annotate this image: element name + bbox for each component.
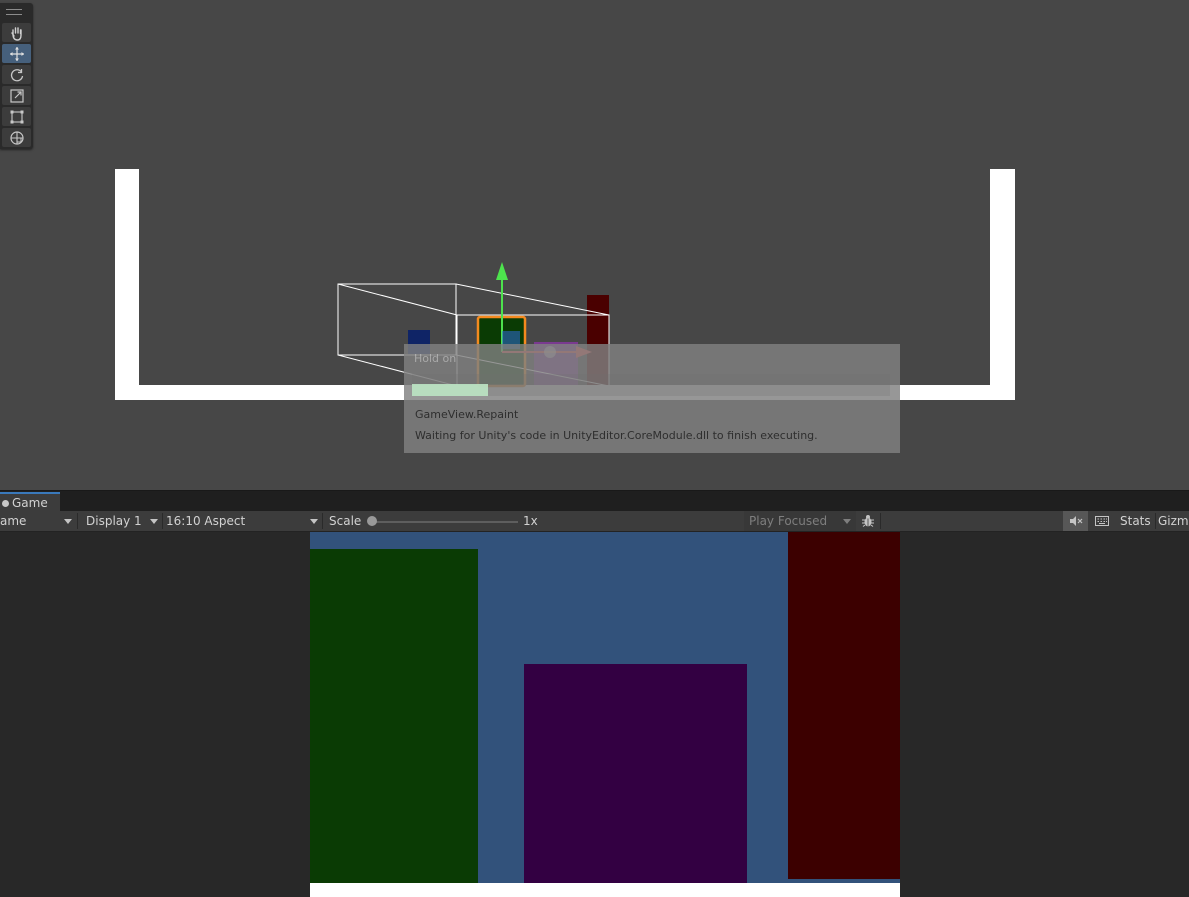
game-icon [2, 499, 9, 507]
play-mode-dropdown[interactable]: Play Focused [744, 511, 856, 531]
chevron-down-icon [310, 519, 318, 524]
move-tool-button[interactable] [2, 44, 31, 63]
unity-editor: Hold on GameView.Repaint Waiting for Uni… [0, 0, 1189, 897]
scale-tool-button[interactable] [2, 86, 31, 105]
rect-icon [10, 110, 23, 123]
progress-dialog-title: Hold on [414, 352, 457, 365]
scale-icon [9, 88, 24, 103]
game-view[interactable] [0, 532, 1189, 897]
stats-button[interactable]: Stats [1120, 511, 1151, 531]
tab-game[interactable]: Game [0, 492, 60, 512]
game-floor [310, 883, 900, 897]
chevron-down-icon [843, 519, 851, 524]
play-mode-label: Play Focused [749, 514, 828, 528]
scale-value: 1x [523, 514, 538, 528]
scale-slider-thumb[interactable] [367, 516, 377, 526]
chevron-down-icon [64, 519, 72, 524]
game-render [0, 532, 1189, 897]
keyboard-icon [1095, 516, 1109, 526]
progress-step-label: GameView.Repaint [415, 408, 519, 421]
game-green-block [310, 549, 478, 884]
mute-audio-button[interactable] [1063, 511, 1088, 531]
aspect-dropdown[interactable]: 16:10 Aspect [166, 511, 322, 531]
toolbar-divider [162, 513, 163, 529]
progress-bar [412, 374, 890, 396]
game-letterbox-right [900, 532, 1189, 897]
game-mode-dropdown[interactable]: ame [0, 511, 76, 531]
keyboard-shortcuts-button[interactable] [1090, 511, 1114, 531]
toolbar-divider [77, 513, 78, 529]
hand-icon [10, 26, 22, 41]
toolbar-divider [322, 513, 323, 529]
game-mode-label: ame [0, 514, 27, 528]
scene-right-wall[interactable] [990, 169, 1015, 400]
tab-game-label: Game [12, 496, 48, 510]
gizmos-button[interactable]: Gizmo [1158, 511, 1189, 531]
aspect-label: 16:10 Aspect [166, 514, 246, 528]
toolbar-divider [880, 513, 881, 529]
bug-icon [862, 515, 874, 527]
rotate-icon [10, 68, 23, 81]
progress-bar-fill [412, 384, 489, 396]
palette-grip[interactable] [6, 9, 22, 15]
scale-slider[interactable] [372, 521, 518, 523]
speaker-muted-icon [1069, 516, 1082, 526]
display-dropdown[interactable]: Display 1 [86, 511, 162, 531]
game-tab-strip: Game [0, 490, 1189, 512]
rotate-tool-button[interactable] [2, 65, 31, 84]
transform-icon [9, 130, 24, 145]
scene-left-wall[interactable] [115, 169, 139, 400]
display-label: Display 1 [86, 514, 142, 528]
scale-label: Scale [329, 514, 362, 528]
game-red-pillar [788, 532, 900, 879]
game-toolbar: ame Display 1 16:10 Aspect Scale 1x [0, 511, 1189, 532]
game-purple-block [524, 664, 747, 884]
toolbar-divider [1155, 513, 1156, 529]
move-icon [9, 46, 24, 61]
tool-palette [0, 3, 33, 149]
rect-tool-button[interactable] [2, 107, 31, 126]
game-letterbox-left [0, 532, 310, 897]
progress-dialog: Hold on GameView.Repaint Waiting for Uni… [404, 344, 900, 453]
progress-detail-label: Waiting for Unity's code in UnityEditor.… [415, 429, 818, 442]
scene-view[interactable]: Hold on GameView.Repaint Waiting for Uni… [0, 0, 1189, 490]
transform-tool-button[interactable] [2, 128, 31, 147]
debug-button[interactable] [858, 511, 878, 531]
chevron-down-icon [150, 519, 158, 524]
hand-tool-button[interactable] [2, 23, 31, 42]
